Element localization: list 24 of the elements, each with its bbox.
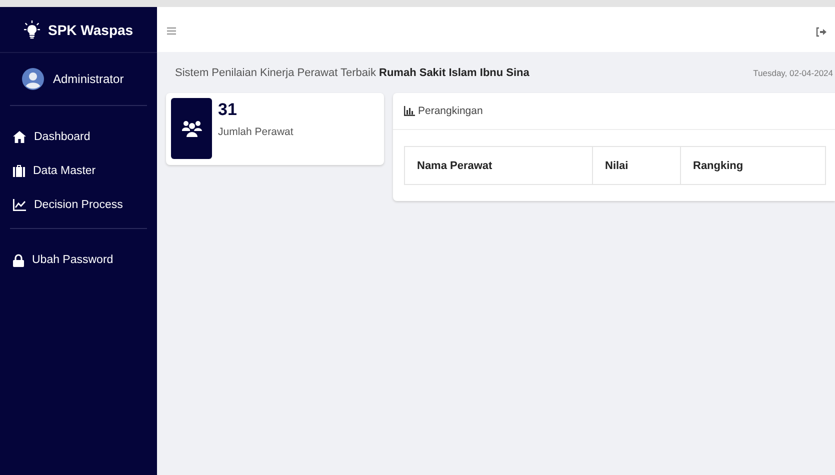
users-icon — [182, 120, 202, 137]
suitcase-icon — [13, 165, 25, 177]
menu-item[interactable]: Ubah Password — [10, 243, 147, 277]
column-header: Nama Perawat — [404, 146, 592, 184]
lightbulb-icon — [22, 20, 42, 40]
bar-chart-icon — [404, 106, 415, 116]
card-title: Perangkingan — [418, 105, 483, 117]
current-date: Tuesday, 02-04-2024 — [753, 68, 833, 78]
app-title: SPK Waspas — [48, 22, 134, 38]
avatar-icon — [22, 68, 44, 90]
menu-item[interactable]: Data Master — [10, 154, 147, 188]
menu-item[interactable]: Decision Process — [10, 188, 147, 222]
column-header: Rangking — [680, 146, 826, 184]
column-header: Nilai — [592, 146, 680, 184]
home-icon — [13, 131, 26, 143]
stat-value: 31 — [218, 100, 238, 120]
menu-item[interactable]: Dashboard — [10, 120, 147, 154]
page-subtitle: Sistem Penilaian Kinerja Perawat Terbaik Rumah Sakit Islam Ibnu Sina — [175, 66, 530, 78]
logout-icon — [816, 27, 827, 37]
lock-icon — [13, 254, 24, 266]
stat-label: Jumlah Perawat — [218, 126, 294, 138]
line-chart-icon — [13, 199, 26, 211]
user-name: Administrator — [53, 72, 124, 86]
menu-icon — [167, 27, 176, 35]
